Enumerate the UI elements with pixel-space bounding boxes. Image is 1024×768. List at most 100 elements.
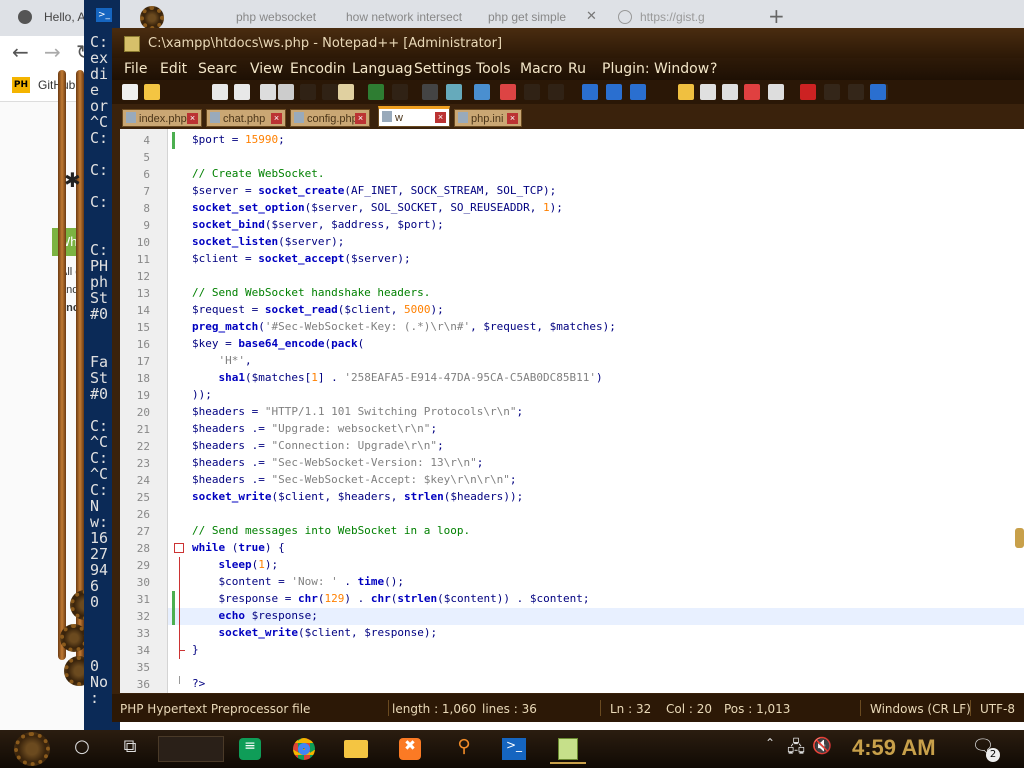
save-macro-icon[interactable] [870, 84, 886, 100]
window-title-bar[interactable]: C:\xampp\htdocs\ws.php - Notepad++ [Admi… [112, 28, 1024, 58]
menu-item-file[interactable]: File [124, 61, 147, 77]
monitoring-icon[interactable] [768, 84, 784, 100]
close-icon[interactable]: ✕ [586, 9, 597, 24]
line-number: 24 [136, 474, 150, 487]
play-macro-icon[interactable] [848, 84, 864, 100]
code-line: 'H*', [218, 354, 252, 367]
file-tab-label: php.ini [471, 113, 504, 125]
line-number: 4 [143, 134, 150, 147]
back-arrow-icon[interactable]: ← [12, 40, 29, 64]
file-tab[interactable]: config.php × [290, 109, 370, 127]
volume-muted-icon[interactable]: 🔇 [810, 736, 834, 764]
menu-item-window[interactable]: Window [654, 61, 709, 77]
task-view-icon[interactable]: ⧉ [112, 736, 148, 764]
code-line: $headers .= "Sec-WebSocket-Version: 13\r… [192, 456, 484, 469]
chrome-tab[interactable]: php websocket [236, 6, 346, 30]
menu-item-ru[interactable]: Ru [568, 61, 586, 77]
show-hidden-icons[interactable]: ⌃ [760, 736, 780, 764]
function-list-icon[interactable] [722, 84, 738, 100]
forward-arrow-icon[interactable]: → [44, 40, 61, 64]
file-tab[interactable]: chat.php × [206, 109, 286, 127]
word-wrap-icon[interactable] [582, 84, 598, 100]
search-box[interactable] [158, 736, 224, 762]
new-tab-button[interactable]: + [768, 4, 785, 28]
code-line: socket_set_option($server, SOL_SOCKET, S… [192, 201, 563, 214]
menu-item-edit[interactable]: Edit [160, 61, 187, 77]
code-editor[interactable]: 4 5 6 7 8 9 10 11 12 13 14 15 16 17 18 19 20 21 22 23 24 25 26… [120, 129, 1024, 693]
cortana-icon[interactable]: ○ [64, 736, 100, 764]
udl-icon[interactable] [678, 84, 694, 100]
code-line: echo $response; [218, 609, 318, 622]
search-tool-icon[interactable]: ⚲ [446, 736, 482, 764]
menu-item-settings[interactable]: Settings [414, 61, 471, 77]
sync-h-icon[interactable] [548, 84, 564, 100]
stop-record-icon[interactable] [824, 84, 840, 100]
file-tab[interactable]: index.php × [122, 109, 202, 127]
paste-icon[interactable] [338, 84, 354, 100]
bookmark-label[interactable]: GitHub [38, 78, 75, 92]
copy-icon[interactable] [322, 84, 338, 100]
file-tab[interactable]: w × [378, 106, 450, 127]
chrome-tab[interactable]: https://gist.g [640, 6, 780, 30]
record-macro-icon[interactable] [800, 84, 816, 100]
folder-workspace-icon[interactable] [744, 84, 760, 100]
replace-icon[interactable] [446, 84, 462, 100]
menu-item-tools[interactable]: Tools [476, 61, 511, 77]
powershell-taskbar-icon[interactable]: >_ [496, 736, 532, 764]
line-number: 30 [136, 576, 150, 589]
xampp-icon[interactable]: ✖ [392, 736, 428, 764]
undo-icon[interactable] [368, 84, 384, 100]
line-number: 11 [136, 253, 150, 266]
notepad-plus-plus-icon [124, 36, 140, 52]
menu-item-?[interactable]: ? [710, 61, 717, 77]
scroll-handle-icon[interactable] [1015, 528, 1024, 548]
chrome-icon[interactable] [286, 736, 322, 764]
taskbar-clock[interactable]: 4:59 AM [852, 735, 936, 761]
redo-icon[interactable] [392, 84, 408, 100]
line-number: 6 [143, 168, 150, 181]
line-number: 18 [136, 372, 150, 385]
close-file-icon[interactable] [260, 84, 276, 100]
menu-item-searc[interactable]: Searc [198, 61, 237, 77]
line-number: 25 [136, 491, 150, 504]
menu-item-macro[interactable]: Macro [520, 61, 562, 77]
close-tab-icon[interactable]: × [507, 113, 518, 124]
zoom-in-icon[interactable] [474, 84, 490, 100]
status-divider [600, 700, 601, 716]
save-all-icon[interactable] [234, 84, 250, 100]
menu-item-encodin[interactable]: Encodin [290, 61, 346, 77]
menu-item-view[interactable]: View [250, 61, 283, 77]
open-file-icon[interactable] [144, 84, 160, 100]
show-all-chars-icon[interactable] [606, 84, 622, 100]
chrome-tab[interactable]: Hello, Ad [44, 6, 84, 30]
notepad-plus-plus-window: C:\xampp\htdocs\ws.php - Notepad++ [Admi… [112, 28, 1024, 722]
chrome-tab[interactable]: php get simple [488, 6, 588, 30]
notepad-plus-plus-taskbar-icon[interactable] [550, 736, 586, 764]
close-tab-icon[interactable]: × [271, 113, 282, 124]
find-icon[interactable] [422, 84, 438, 100]
network-icon[interactable]: 🖧 [784, 736, 808, 764]
close-tab-icon[interactable]: × [435, 112, 446, 123]
line-number: 14 [136, 304, 150, 317]
file-explorer-icon[interactable] [338, 736, 374, 764]
cut-icon[interactable] [300, 84, 316, 100]
zoom-out-icon[interactable] [500, 84, 516, 100]
start-button[interactable] [14, 732, 50, 766]
chrome-tab[interactable]: how network intersect [346, 6, 466, 30]
line-number: 21 [136, 423, 150, 436]
new-file-icon[interactable] [122, 84, 138, 100]
indent-guide-icon[interactable] [630, 84, 646, 100]
doc-map-icon[interactable] [700, 84, 716, 100]
line-number: 26 [136, 508, 150, 521]
fold-marker-icon[interactable] [174, 543, 184, 553]
save-icon[interactable] [212, 84, 228, 100]
file-tab[interactable]: php.ini × [454, 109, 522, 127]
bookmark-ph-icon[interactable]: PH [12, 77, 30, 93]
menu-item-languag[interactable]: Languag [352, 61, 412, 77]
sync-v-icon[interactable] [524, 84, 540, 100]
hangouts-icon[interactable]: ≡ [232, 736, 268, 764]
close-tab-icon[interactable]: × [355, 113, 366, 124]
menu-item-plugin[interactable]: Plugin: [602, 61, 650, 77]
close-tab-icon[interactable]: × [187, 113, 198, 124]
print-icon[interactable] [278, 84, 294, 100]
